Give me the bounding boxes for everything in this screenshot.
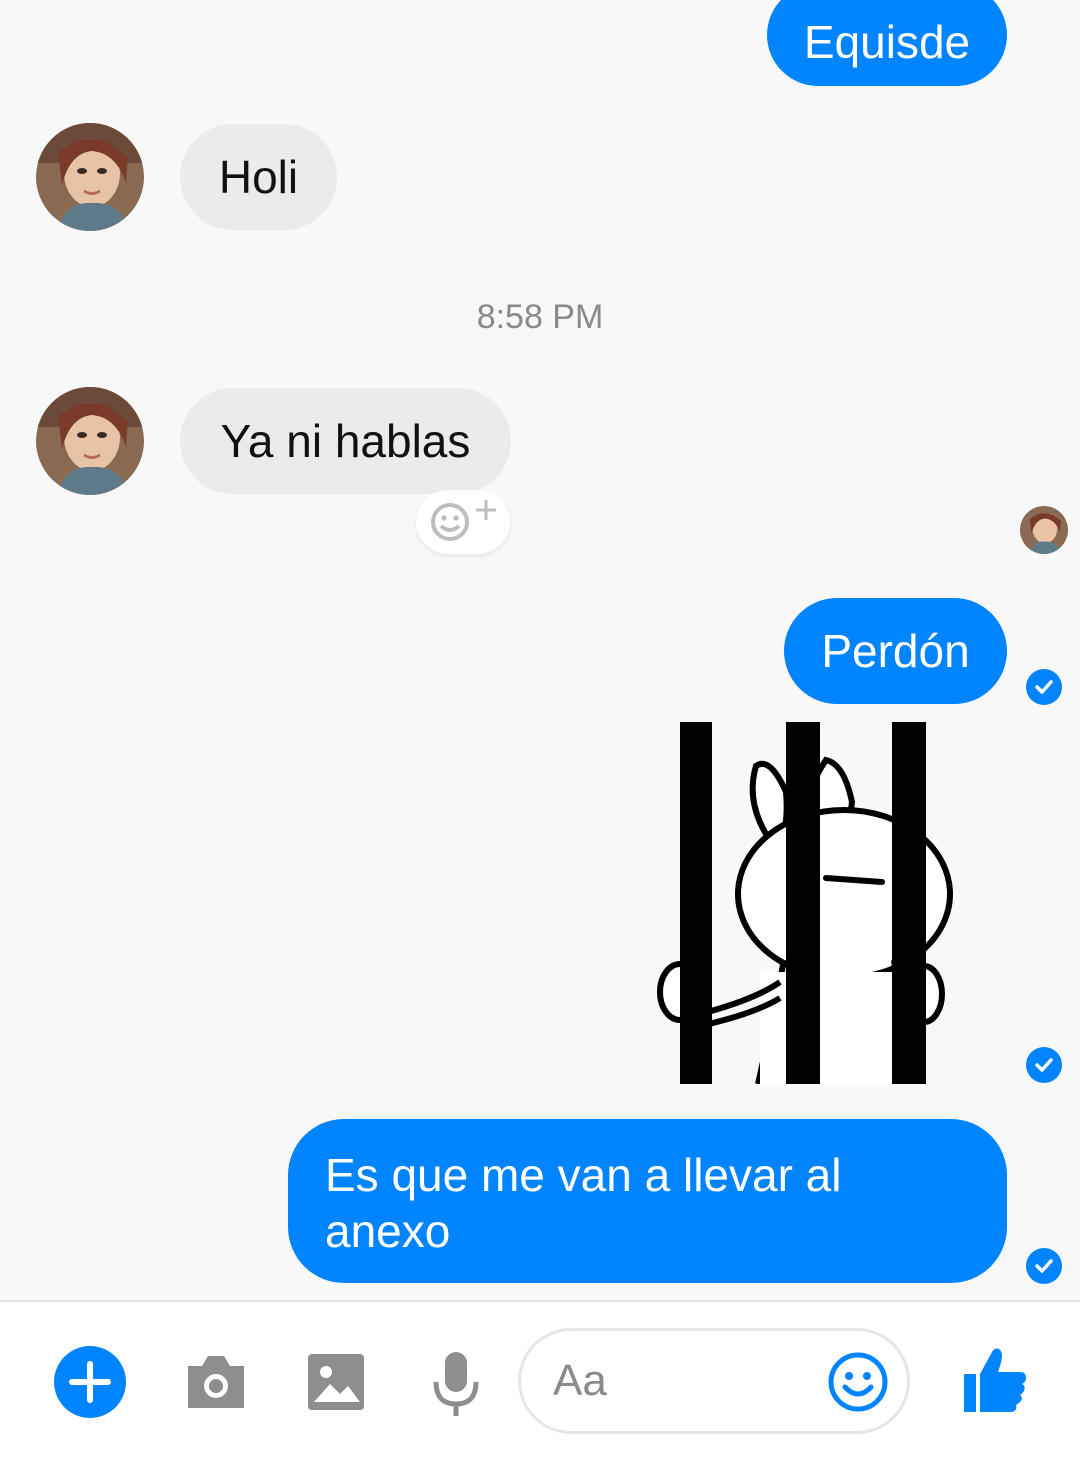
message-text-line: Es que me van a llevar al [325, 1149, 842, 1201]
message-text: Perdón [821, 625, 970, 677]
image-icon [308, 1354, 364, 1410]
message-bubble-outgoing[interactable]: Equisde [767, 0, 1007, 86]
composer-bar [0, 1300, 1080, 1458]
plus-icon [54, 1346, 126, 1418]
microphone-icon [433, 1352, 479, 1416]
sticker-message[interactable] [654, 722, 954, 1085]
camera-icon [188, 1356, 244, 1408]
message-text: Equisde [803, 16, 971, 68]
contact-avatar[interactable] [36, 387, 144, 495]
message-text: Ya ni hablas [220, 415, 471, 467]
like-button[interactable] [962, 1344, 1028, 1414]
sent-check-icon [1026, 1047, 1062, 1083]
add-reaction-icon [431, 500, 496, 541]
more-actions-button[interactable] [54, 1346, 126, 1418]
sent-check-icon [1026, 669, 1062, 705]
emoji-button[interactable] [827, 1351, 889, 1413]
sent-check-icon [1026, 1248, 1062, 1284]
gallery-button[interactable] [306, 1352, 366, 1412]
message-bubble-outgoing[interactable]: Es que me van a llevar al anexo [288, 1119, 1007, 1283]
emoji-icon [828, 1352, 888, 1412]
message-bubble-incoming[interactable]: Ya ni hablas [180, 388, 511, 494]
contact-avatar[interactable] [36, 123, 144, 231]
message-timestamp: 8:58 PM [476, 298, 604, 336]
camera-button[interactable] [184, 1352, 248, 1412]
voice-message-button[interactable] [430, 1350, 482, 1418]
message-input-container[interactable] [518, 1328, 910, 1434]
message-bubble-incoming[interactable]: Holi [180, 124, 337, 230]
read-receipt-avatar [1020, 506, 1068, 554]
message-input[interactable] [553, 1353, 833, 1409]
thumbs-up-icon [964, 1348, 1026, 1412]
message-text-line: anexo [325, 1205, 451, 1257]
message-list[interactable]: Equisde Holi 8:58 PM Ya ni hablas Perdón… [0, 0, 1080, 1300]
message-bubble-outgoing[interactable]: Perdón [784, 598, 1007, 704]
add-reaction-button[interactable] [416, 490, 510, 554]
message-text: Holi [218, 151, 299, 203]
bunny-behind-bars-sticker [657, 722, 953, 1085]
